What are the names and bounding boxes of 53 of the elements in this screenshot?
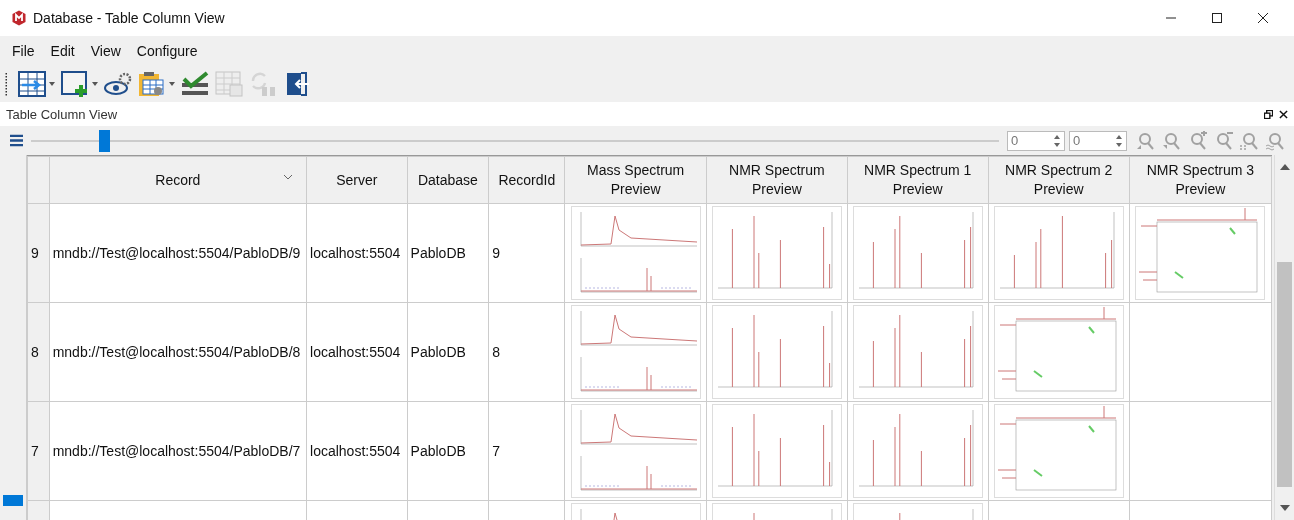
table-cell: localhost:5504 [310, 245, 401, 261]
table-cell: mndb://Test@localhost:5504/PabloDB/7 [52, 443, 301, 459]
scroll-up-icon[interactable] [1280, 164, 1290, 170]
toolbar-grip-icon [5, 71, 8, 96]
vertical-scrollbar[interactable] [1274, 155, 1294, 520]
table-cell: mndb://Test@localhost:5504/PabloDB/8 [52, 344, 301, 360]
restore-icon[interactable] [1264, 109, 1273, 119]
column-header[interactable]: Database [407, 156, 489, 204]
menu-item[interactable]: File [4, 40, 43, 61]
column-header[interactable]: NMR Spectrum 2 Preview [988, 156, 1130, 204]
eye-gear-icon[interactable] [104, 70, 132, 97]
clipboard-gear-icon[interactable] [138, 70, 166, 97]
dropdown-caret-icon[interactable] [49, 81, 55, 86]
splitter-handle[interactable] [3, 495, 23, 506]
slider-thumb[interactable] [98, 129, 110, 152]
checkmark-icon[interactable] [181, 70, 209, 97]
table-cell: PabloDB [410, 344, 466, 360]
row-header[interactable]: 8 [31, 344, 39, 360]
menu-item[interactable]: View [82, 40, 129, 61]
column-header[interactable]: Server [306, 156, 408, 204]
spin-box[interactable]: 0 [1069, 130, 1127, 151]
window-title: Database - Table Column View [33, 10, 225, 26]
table-cell: 8 [492, 344, 501, 360]
table-cell: 9 [492, 245, 501, 261]
column-header[interactable]: RecordId [488, 156, 565, 204]
close-icon[interactable] [1279, 109, 1288, 119]
column-header[interactable]: NMR Spectrum 3 Preview [1129, 156, 1272, 204]
table-cell: PabloDB [410, 443, 466, 459]
menu-item[interactable]: Configure [128, 40, 206, 61]
menu-icon[interactable] [10, 134, 23, 147]
table-cell: localhost:5504 [310, 443, 401, 459]
menu-item[interactable]: Edit [42, 40, 83, 61]
spin-box[interactable]: 0 [1007, 130, 1065, 151]
table-cell: localhost:5504 [310, 344, 401, 360]
panel-title: Table Column View [6, 106, 118, 122]
app-logo-icon [11, 10, 27, 26]
column-header[interactable]: Mass Spectrum Preview [564, 156, 707, 204]
column-header[interactable]: NMR Spectrum Preview [706, 156, 848, 204]
dropdown-caret-icon[interactable] [169, 81, 175, 86]
table-cell: 7 [492, 443, 501, 459]
table-cell: PabloDB [410, 245, 466, 261]
close-icon[interactable] [1258, 13, 1268, 23]
new-window-icon[interactable] [61, 70, 89, 97]
table-icon[interactable] [18, 70, 46, 97]
row-header[interactable]: 9 [31, 245, 39, 261]
column-header[interactable]: Record [49, 156, 307, 204]
row-header[interactable]: 7 [31, 443, 39, 459]
column-header[interactable]: NMR Spectrum 1 Preview [847, 156, 989, 204]
dropdown-caret-icon[interactable] [92, 81, 98, 86]
scroll-down-icon[interactable] [1280, 505, 1290, 511]
sort-chevron-icon[interactable] [284, 175, 292, 180]
maximize-icon[interactable] [1212, 13, 1222, 23]
table-cell: mndb://Test@localhost:5504/PabloDB/9 [52, 245, 301, 261]
